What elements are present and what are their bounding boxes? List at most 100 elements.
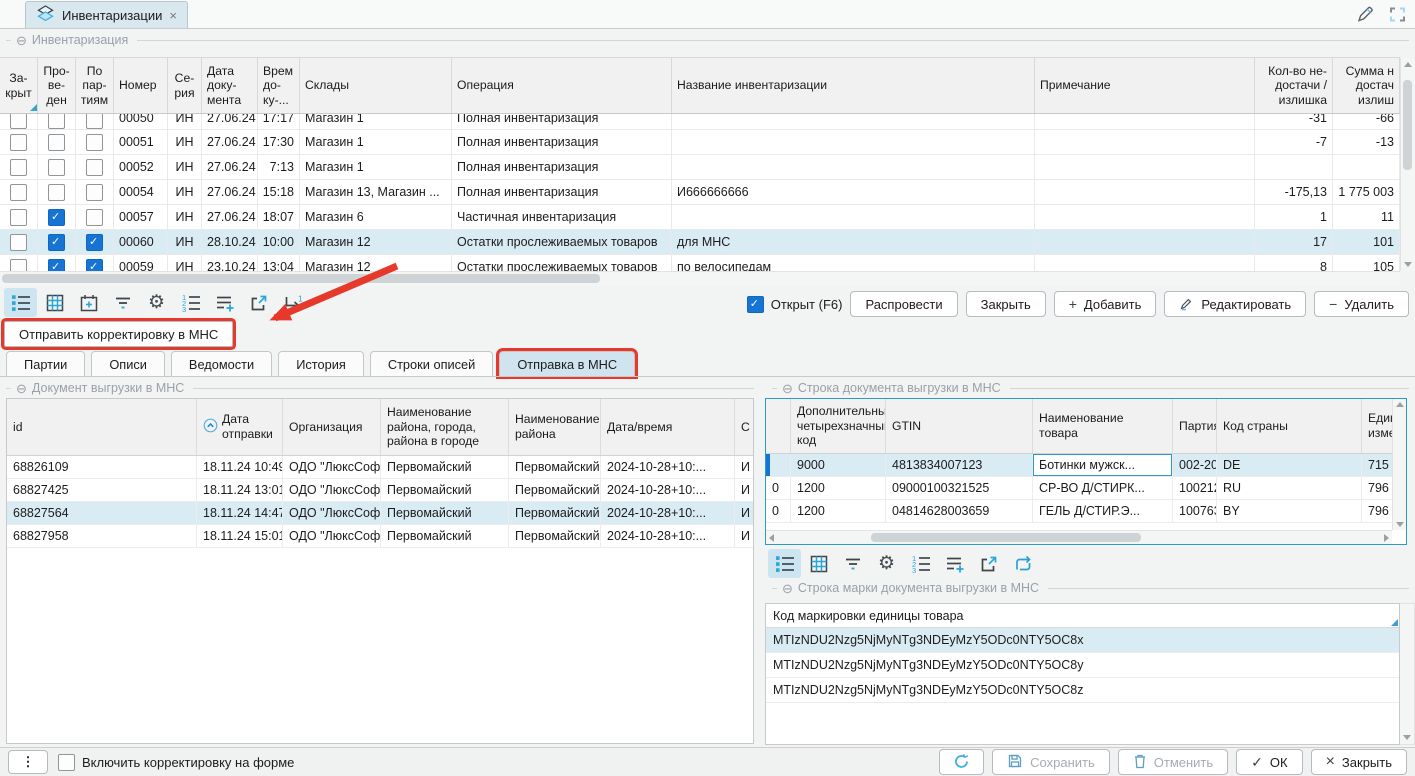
doc-row[interactable]: 68827425 18.11.24 13:01 ОДО "ЛюксСоф... … xyxy=(7,479,753,502)
posted-checkbox[interactable] xyxy=(48,114,65,129)
row-table-row[interactable]: 0 1200 04814628003659 ГЕЛЬ Д/СТИР.Э... 1… xyxy=(766,500,1406,523)
mark-code-row[interactable]: MTIzNDU2Nzg5NjMyNTg3NDEyMzY5ODc0NTY5OC8y xyxy=(766,653,1399,678)
col-product-name[interactable]: Наименование товара xyxy=(1033,399,1173,453)
add-button[interactable]: +Добавить xyxy=(1054,291,1157,317)
col-status[interactable]: С xyxy=(735,399,753,455)
row-table-vertical-scrollbar[interactable] xyxy=(1392,399,1406,530)
grid-view-icon[interactable] xyxy=(802,549,835,578)
detail-tab[interactable]: История xyxy=(278,351,364,376)
settings-gear-icon[interactable]: ⚙ xyxy=(140,288,173,317)
inventory-row[interactable]: 00050 ИН 27.06.24 17:17 Магазин 1 Полная… xyxy=(0,114,1400,130)
col-note[interactable]: Примечание xyxy=(1035,58,1255,113)
inventory-row[interactable]: 00060 ИН 28.10.24 10:00 Магазин 12 Остат… xyxy=(0,230,1400,255)
grid-view-icon[interactable] xyxy=(38,288,71,317)
include-correction-row[interactable]: Включить корректировку на форме xyxy=(58,754,294,771)
col-gtin[interactable]: GTIN xyxy=(886,399,1033,453)
list-view-icon[interactable] xyxy=(4,288,37,317)
collapse-icon[interactable]: ⊖ xyxy=(16,382,27,395)
by-batch-checkbox[interactable] xyxy=(86,184,103,201)
inventory-hscroll-thumb[interactable] xyxy=(2,274,600,283)
col-org[interactable]: Организация xyxy=(283,399,381,455)
collapse-icon[interactable]: ⊖ xyxy=(782,382,793,395)
mark-table-vertical-scrollbar[interactable] xyxy=(1400,603,1415,745)
close-document-button[interactable]: Закрыть xyxy=(966,291,1046,317)
send-correction-button[interactable]: Отправить корректировку в МНС xyxy=(4,321,233,347)
doc-row[interactable]: 68827958 18.11.24 15:01 ОДО "ЛюксСоф... … xyxy=(7,525,753,548)
closed-checkbox[interactable] xyxy=(10,234,27,251)
row-table-horizontal-scrollbar[interactable] xyxy=(766,530,1392,544)
closed-checkbox[interactable] xyxy=(10,184,27,201)
col-district-full[interactable]: Наименование района, города, района в го… xyxy=(381,399,509,455)
include-correction-checkbox[interactable] xyxy=(58,754,75,771)
collapse-icon[interactable]: ⊖ xyxy=(782,582,793,595)
reload-loop-icon[interactable] xyxy=(1006,549,1039,578)
cancel-button[interactable]: Отменить xyxy=(1118,749,1228,775)
col-operation[interactable]: Операция xyxy=(452,58,672,113)
by-batch-checkbox[interactable] xyxy=(86,209,103,226)
doc-row[interactable]: 68826109 18.11.24 10:49 ОДО "ЛюксСоф... … xyxy=(7,456,753,479)
product-name-cell[interactable]: ГЕЛЬ Д/СТИР.Э... xyxy=(1033,500,1173,522)
col-posted[interactable]: Про- ве- ден xyxy=(38,58,76,113)
mark-code-row[interactable]: MTIzNDU2Nzg5NjMyNTg3NDEyMzY5ODc0NTY5OC8z xyxy=(766,678,1399,703)
filter-icon[interactable] xyxy=(106,288,139,317)
posted-checkbox[interactable] xyxy=(48,209,65,226)
list-view-icon[interactable] xyxy=(768,549,801,578)
close-button[interactable]: ×Закрыть xyxy=(1311,749,1407,775)
row-table-row[interactable]: 9000 4813834007123 Ботинки мужск... 002-… xyxy=(766,454,1406,477)
col-id[interactable]: id xyxy=(7,399,197,455)
mark-code-row[interactable]: MTIzNDU2Nzg5NjMyNTg3NDEyMzY5ODc0NTY5OC8x xyxy=(766,628,1399,653)
edit-pencil-icon[interactable] xyxy=(1355,4,1376,27)
col-batch[interactable]: Партия xyxy=(1173,399,1217,453)
by-batch-checkbox[interactable] xyxy=(86,134,103,151)
col-doc-date[interactable]: Дата доку- мента xyxy=(202,58,258,113)
menu-dots-button[interactable]: ⋮ xyxy=(8,750,48,774)
detail-tab[interactable]: Строки описей xyxy=(370,351,494,376)
mark-table-header[interactable]: Код маркировки единицы товара xyxy=(766,604,1399,628)
row-table-row[interactable]: 0 1200 09000100321525 СР-ВО Д/СТИРК... 1… xyxy=(766,477,1406,500)
unpost-button[interactable]: Распровести xyxy=(850,291,957,317)
detail-tab[interactable]: Партии xyxy=(6,351,85,376)
closed-checkbox[interactable] xyxy=(10,114,27,129)
refresh-button[interactable] xyxy=(939,749,984,775)
col-doc-time[interactable]: Врем до- ку-... xyxy=(258,58,300,113)
edit-button[interactable]: Редактировать xyxy=(1164,291,1306,317)
col-unit[interactable]: Единиц измере xyxy=(1362,399,1392,453)
detail-tab[interactable]: Описи xyxy=(91,351,165,376)
inventory-horizontal-scrollbar[interactable] xyxy=(0,271,1400,286)
posted-checkbox[interactable] xyxy=(48,159,65,176)
col-add-code[interactable]: Дополнительный четырехзначный код xyxy=(791,399,886,453)
expand-corners-icon[interactable] xyxy=(1388,6,1407,26)
product-name-cell[interactable]: Ботинки мужск... xyxy=(1033,454,1173,476)
col-stub[interactable] xyxy=(766,399,791,453)
delete-button[interactable]: −Удалить xyxy=(1314,291,1409,317)
open-f6-checkbox-row[interactable]: Открыт (F6) xyxy=(747,296,843,313)
collapse-icon[interactable]: ⊖ xyxy=(16,34,27,47)
closed-checkbox[interactable] xyxy=(10,209,27,226)
inventory-row[interactable]: 00051 ИН 27.06.24 17:30 Магазин 1 Полная… xyxy=(0,130,1400,155)
tab-inventories[interactable]: Инвентаризации × xyxy=(25,1,188,28)
posted-checkbox[interactable] xyxy=(48,234,65,251)
by-batch-checkbox[interactable] xyxy=(86,114,103,129)
col-sent-date[interactable]: Дата отправки xyxy=(197,399,283,455)
add-row-icon[interactable] xyxy=(938,549,971,578)
open-f6-checkbox[interactable] xyxy=(747,296,764,313)
col-by-batch[interactable]: По пар- тиям xyxy=(76,58,114,113)
send-document-icon[interactable]: 1 xyxy=(276,288,309,317)
open-external-icon[interactable] xyxy=(242,288,275,317)
row-table-hscroll-thumb[interactable] xyxy=(871,533,1141,542)
settings-gear-icon[interactable]: ⚙ xyxy=(870,549,903,578)
open-external-icon[interactable] xyxy=(972,549,1005,578)
inventory-row[interactable]: 00052 ИН 27.06.24 7:13 Магазин 1 Полная … xyxy=(0,155,1400,180)
col-datetime[interactable]: Дата/время xyxy=(601,399,735,455)
col-shortage-qty[interactable]: Кол-во не- достачи / излишка xyxy=(1255,58,1333,113)
posted-checkbox[interactable] xyxy=(48,184,65,201)
numbered-list-icon[interactable]: 123 xyxy=(904,549,937,578)
save-button[interactable]: Сохранить xyxy=(992,749,1110,775)
col-shortage-sum[interactable]: Сумма н достач излиш xyxy=(1333,58,1400,113)
doc-row[interactable]: 68827564 18.11.24 14:47 ОДО "ЛюксСоф... … xyxy=(7,502,753,525)
col-warehouses[interactable]: Склады xyxy=(300,58,452,113)
col-number[interactable]: Номер xyxy=(114,58,168,113)
tab-close-icon[interactable]: × xyxy=(169,8,177,23)
detail-tab[interactable]: Отправка в МНС xyxy=(499,351,635,376)
product-name-cell[interactable]: СР-ВО Д/СТИРК... xyxy=(1033,477,1173,499)
